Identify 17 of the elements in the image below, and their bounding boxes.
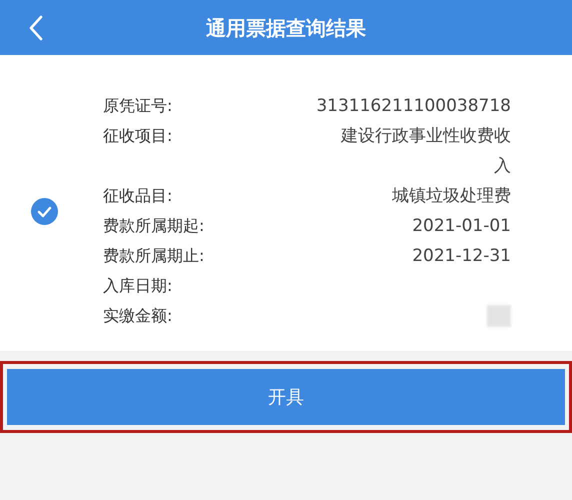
field-label: 原凭证号: — [103, 95, 172, 117]
field-value: 建设行政事业性收费收入 — [340, 125, 511, 178]
field-label: 实缴金额: — [103, 305, 172, 327]
field-value: 313116211100038718 — [316, 95, 511, 118]
check-icon — [37, 206, 52, 218]
field-label: 费款所属期止: — [103, 245, 204, 267]
page-title: 通用票据查询结果 — [206, 14, 366, 42]
back-icon — [28, 15, 44, 41]
field-label: 入库日期: — [103, 275, 172, 297]
select-checkbox[interactable] — [31, 198, 58, 225]
field-value: 2021-12-31 — [411, 245, 511, 268]
field-value: 城镇垃圾处理费 — [391, 185, 511, 208]
field-label: 征收品目: — [103, 185, 172, 207]
field-label: 征收项目: — [103, 125, 172, 147]
field-value: 2021-01-01 — [411, 215, 511, 238]
issue-button[interactable]: 开具 — [7, 369, 565, 425]
field-label: 费款所属期起: — [103, 215, 204, 237]
